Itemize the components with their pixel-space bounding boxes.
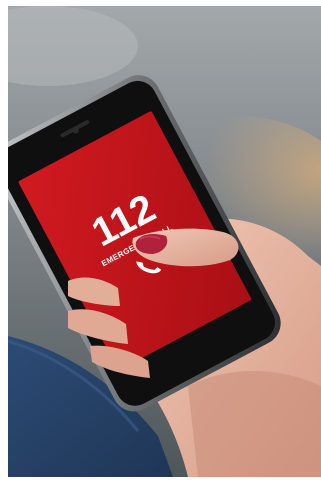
photo: 112 EMERGENCY CALL: [8, 6, 321, 477]
image-frame: 112 EMERGENCY CALL: [0, 0, 321, 483]
photo-illustration: 112 EMERGENCY CALL: [8, 6, 321, 477]
